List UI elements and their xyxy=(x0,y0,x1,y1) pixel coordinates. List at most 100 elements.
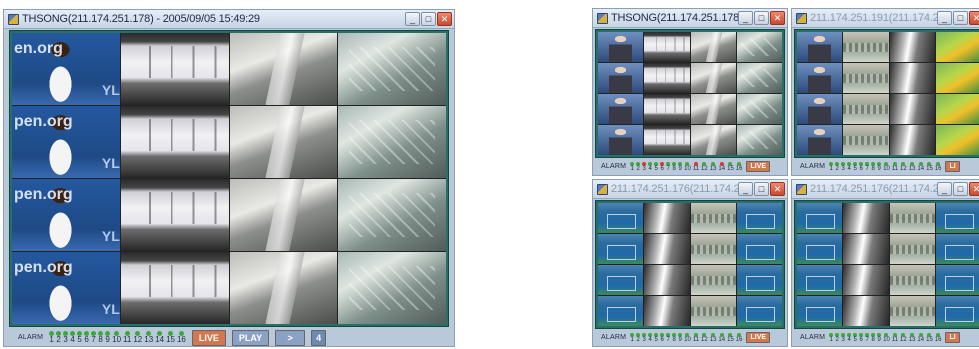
camera-tile[interactable] xyxy=(598,94,644,124)
camera-tile[interactable] xyxy=(843,203,889,233)
camera-tile[interactable] xyxy=(797,234,843,264)
page-number-button[interactable]: 4 xyxy=(311,329,327,346)
maximize-button[interactable]: □ xyxy=(953,182,968,196)
camera-tile[interactable] xyxy=(889,32,935,62)
camera-tile[interactable] xyxy=(889,234,935,264)
camera-tile[interactable] xyxy=(736,203,782,233)
camera-tile[interactable] xyxy=(644,125,690,155)
camera-tile[interactable] xyxy=(736,234,782,264)
live-button[interactable]: LI xyxy=(945,332,960,343)
camera-tile[interactable] xyxy=(690,32,736,62)
camera-tile[interactable] xyxy=(598,265,644,295)
small-viewer-window[interactable]: THSONG(211.174.251.178) - 2005/0..._□✕ AL… xyxy=(592,8,788,176)
camera-tile[interactable] xyxy=(338,33,446,105)
title-bar[interactable]: 211.174.251.176(211.174.251.176) - ..._□… xyxy=(792,180,979,199)
minimize-button[interactable]: _ xyxy=(937,182,952,196)
close-button[interactable]: ✕ xyxy=(969,11,979,25)
camera-tile[interactable] xyxy=(120,106,229,178)
camera-tile[interactable]: pen.org YL xyxy=(12,252,120,324)
camera-tile[interactable] xyxy=(120,33,229,105)
camera-tile[interactable] xyxy=(889,125,935,155)
minimize-button[interactable]: _ xyxy=(937,11,952,25)
camera-tile[interactable] xyxy=(797,203,843,233)
camera-tile[interactable] xyxy=(644,94,690,124)
title-bar[interactable]: THSONG(211.174.251.178) - 2005/0..._□✕ xyxy=(593,9,787,28)
camera-tile[interactable] xyxy=(935,234,979,264)
camera-tile[interactable] xyxy=(889,265,935,295)
camera-tile[interactable] xyxy=(935,265,979,295)
camera-tile[interactable] xyxy=(797,32,843,62)
camera-tile[interactable] xyxy=(889,296,935,326)
small-viewer-window[interactable]: 211.174.251.191(211.174.251.191) - ..._□… xyxy=(791,8,979,176)
camera-tile[interactable] xyxy=(598,63,644,93)
camera-tile[interactable] xyxy=(644,203,690,233)
camera-tile[interactable] xyxy=(935,32,979,62)
camera-tile[interactable] xyxy=(229,33,338,105)
small-viewer-window[interactable]: 211.174.251.176(211.174.251.176) - ..._□… xyxy=(592,179,788,347)
camera-tile[interactable] xyxy=(797,296,843,326)
live-button[interactable]: LIVE xyxy=(746,161,771,172)
next-button[interactable]: > xyxy=(275,329,306,346)
camera-tile[interactable] xyxy=(736,265,782,295)
camera-tile[interactable] xyxy=(843,296,889,326)
camera-tile[interactable] xyxy=(736,296,782,326)
camera-tile[interactable] xyxy=(843,94,889,124)
maximize-button[interactable]: □ xyxy=(953,11,968,25)
camera-tile[interactable] xyxy=(598,203,644,233)
camera-tile[interactable] xyxy=(935,63,979,93)
camera-tile[interactable] xyxy=(644,32,690,62)
live-button[interactable]: LIVE xyxy=(191,329,226,346)
camera-tile[interactable] xyxy=(690,125,736,155)
camera-tile[interactable] xyxy=(843,265,889,295)
camera-tile[interactable] xyxy=(935,94,979,124)
camera-tile[interactable] xyxy=(338,106,446,178)
minimize-button[interactable]: _ xyxy=(405,12,420,26)
camera-tile[interactable] xyxy=(736,125,782,155)
maximize-button[interactable]: □ xyxy=(754,182,769,196)
camera-tile[interactable] xyxy=(843,234,889,264)
live-button[interactable]: LIVE xyxy=(746,332,771,343)
camera-tile[interactable]: pen.org YL xyxy=(12,179,120,251)
camera-tile[interactable] xyxy=(690,94,736,124)
camera-tile[interactable] xyxy=(797,265,843,295)
camera-tile[interactable] xyxy=(644,234,690,264)
title-bar[interactable]: 211.174.251.191(211.174.251.191) - ..._□… xyxy=(792,9,979,28)
camera-tile[interactable]: pen.org YL xyxy=(12,106,120,178)
close-button[interactable]: ✕ xyxy=(969,182,979,196)
camera-tile[interactable] xyxy=(644,265,690,295)
camera-tile[interactable] xyxy=(797,63,843,93)
camera-tile[interactable] xyxy=(797,94,843,124)
camera-tile[interactable] xyxy=(338,179,446,251)
camera-tile[interactable] xyxy=(935,203,979,233)
camera-tile[interactable] xyxy=(598,296,644,326)
minimize-button[interactable]: _ xyxy=(738,11,753,25)
camera-tile[interactable] xyxy=(843,32,889,62)
camera-tile[interactable] xyxy=(644,296,690,326)
camera-tile[interactable] xyxy=(736,63,782,93)
camera-tile[interactable] xyxy=(598,125,644,155)
title-bar[interactable]: 211.174.251.176(211.174.251.176) - ..._□… xyxy=(593,180,787,199)
camera-tile[interactable] xyxy=(690,296,736,326)
maximize-button[interactable]: □ xyxy=(754,11,769,25)
camera-tile[interactable] xyxy=(889,94,935,124)
camera-tile[interactable] xyxy=(889,203,935,233)
camera-tile[interactable] xyxy=(797,125,843,155)
camera-tile[interactable] xyxy=(935,125,979,155)
maximize-button[interactable]: □ xyxy=(421,12,436,26)
close-button[interactable]: ✕ xyxy=(437,12,452,26)
camera-tile[interactable] xyxy=(690,234,736,264)
close-button[interactable]: ✕ xyxy=(770,11,785,25)
main-viewer-window[interactable]: THSONG(211.174.251.178) - 2005/09/05 15:… xyxy=(3,9,455,347)
camera-tile[interactable] xyxy=(229,106,338,178)
camera-tile[interactable]: en.org YL xyxy=(12,33,120,105)
camera-tile[interactable] xyxy=(843,125,889,155)
camera-tile[interactable] xyxy=(598,32,644,62)
camera-tile[interactable] xyxy=(644,63,690,93)
camera-tile[interactable] xyxy=(598,234,644,264)
camera-tile[interactable] xyxy=(736,94,782,124)
camera-tile[interactable] xyxy=(229,252,338,324)
camera-tile[interactable] xyxy=(338,252,446,324)
small-viewer-window[interactable]: 211.174.251.176(211.174.251.176) - ..._□… xyxy=(791,179,979,347)
minimize-button[interactable]: _ xyxy=(738,182,753,196)
play-button[interactable]: PLAY xyxy=(231,329,270,346)
